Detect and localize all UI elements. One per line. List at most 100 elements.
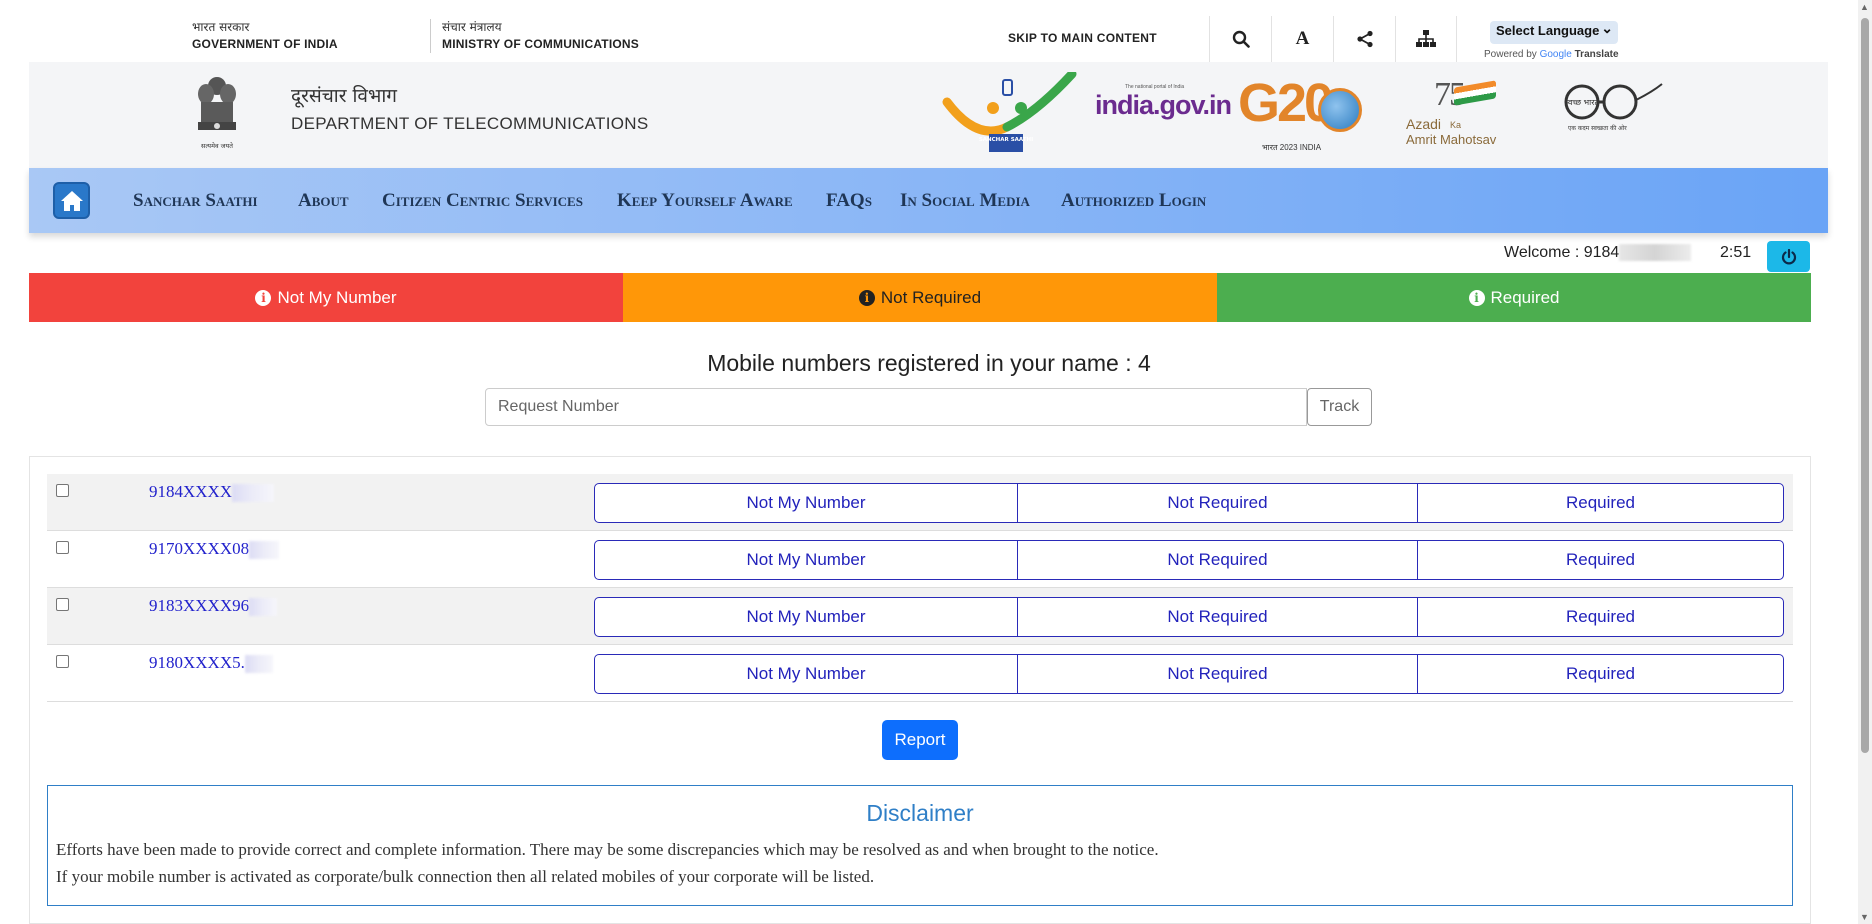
nav-citizen-centric-services[interactable]: Citizen Centric Services — [382, 190, 583, 212]
azadi-text: Azadi — [1406, 116, 1442, 132]
mobile-number: 9180XXXX5. — [149, 653, 273, 674]
report-button[interactable]: Report — [882, 720, 958, 760]
home-icon — [60, 190, 83, 211]
session-timer: 2:51 — [1720, 244, 1752, 261]
welcome-message: Welcome : 9184 — [1504, 244, 1692, 262]
g20-logo[interactable]: G20 भारत 2023 INDIA — [1238, 72, 1368, 158]
india-gov-logo[interactable]: The national portal of India india.gov.i… — [1095, 84, 1232, 134]
department-hindi-title: दूरसंचार विभाग — [291, 85, 397, 107]
language-select[interactable]: Select Language — [1490, 20, 1618, 44]
amrit-mahotsav-text: Amrit Mahotsav — [1406, 132, 1497, 147]
option-required[interactable]: Required — [1418, 655, 1783, 693]
government-of-india[interactable]: भारत सरकार GOVERNMENT OF INDIA — [192, 19, 338, 53]
disclaimer-line: If your mobile number is activated as co… — [56, 867, 875, 886]
option-required[interactable]: Required — [1418, 484, 1783, 522]
masked-digits — [232, 484, 275, 503]
powered-by-google-translate[interactable]: Powered by Google Translate — [1484, 49, 1619, 60]
option-not-my-number[interactable]: Not My Number — [595, 484, 1018, 522]
request-number-input[interactable] — [485, 388, 1307, 426]
g20-text: G20 — [1238, 73, 1334, 133]
main-navigation: Sanchar Saathi About Citizen Centric Ser… — [29, 168, 1828, 233]
nav-sanchar-saathi[interactable]: Sanchar Saathi — [133, 190, 258, 212]
font-size-button[interactable]: A — [1271, 16, 1333, 62]
swachh-bharat-logo[interactable]: स्वच्छ भारत एक कदम स्वच्छता की ओर — [1544, 82, 1664, 142]
option-not-my-number[interactable]: Not My Number — [595, 541, 1018, 579]
home-button[interactable] — [53, 182, 90, 219]
ministry-of-communications[interactable]: संचार मंत्रालय MINISTRY OF COMMUNICATION… — [430, 19, 639, 53]
number-row: 9170XXXX08 Not My Number Not Required Re… — [47, 531, 1793, 588]
share-button[interactable] — [1333, 16, 1395, 62]
mobile-number: 9184XXXX — [149, 482, 275, 503]
page-scrollbar[interactable]: ▲ ▼ — [1858, 0, 1872, 924]
india-gov-text: india.gov.in — [1095, 90, 1232, 120]
emblem-caption: सत्यमेव जयते — [201, 142, 233, 150]
info-icon: i — [1468, 289, 1485, 306]
info-icon: i — [858, 289, 875, 306]
option-not-required[interactable]: Not Required — [1018, 541, 1418, 579]
mobile-number: 9183XXXX96 — [149, 596, 278, 617]
masked-digits — [249, 541, 280, 560]
mobile-number-text: 9183XXXX96 — [149, 596, 250, 615]
legend-label: Required — [1490, 287, 1560, 307]
option-not-my-number[interactable]: Not My Number — [595, 655, 1018, 693]
disclaimer-title: Disclaimer — [866, 800, 974, 826]
option-not-required[interactable]: Not Required — [1018, 484, 1418, 522]
sitemap-button[interactable] — [1395, 16, 1457, 62]
search-icon — [1232, 30, 1250, 48]
nav-about[interactable]: About — [298, 190, 349, 212]
nav-faqs[interactable]: FAQs — [826, 190, 872, 212]
legend-not-my-number: i Not My Number — [29, 273, 623, 322]
registered-numbers-title: Mobile numbers registered in your name :… — [707, 350, 1151, 376]
number-checkbox[interactable] — [56, 655, 69, 668]
mobile-number-text: 9184XXXX — [149, 482, 233, 501]
number-checkbox[interactable] — [56, 541, 69, 554]
number-row: 9183XXXX96 Not My Number Not Required Re… — [47, 588, 1793, 645]
masked-number — [1619, 244, 1692, 262]
ministry-english-label: MINISTRY OF COMMUNICATIONS — [442, 37, 639, 51]
skip-to-main-content-link[interactable]: SKIP TO MAIN CONTENT — [1008, 31, 1157, 45]
info-icon: i — [255, 289, 272, 306]
status-option-group: Not My Number Not Required Required — [594, 540, 1784, 580]
track-button[interactable]: Track — [1307, 388, 1372, 426]
mobile-number: 9170XXXX08 — [149, 539, 280, 560]
site-header: सत्यमेव जयते दूरसंचार विभाग DEPARTMENT O… — [29, 62, 1828, 168]
sanchar-saathi-logo[interactable]: SANCHAR SAATHI — [937, 72, 1081, 162]
powered-by-label: Powered by — [1484, 49, 1537, 60]
welcome-text: Welcome : 9184 — [1504, 244, 1620, 261]
azadi-ka-amrit-mahotsav-logo[interactable]: 75 Azadi Ka Amrit Mahotsav — [1404, 76, 1524, 156]
nav-in-social-media[interactable]: In Social Media — [900, 190, 1030, 212]
gandhi-glasses-icon: स्वच्छ भारत — [1564, 83, 1663, 120]
legend-not-required: i Not Required — [623, 273, 1217, 322]
masked-digits — [244, 655, 273, 674]
nav-authorized-login[interactable]: Authorized Login — [1061, 190, 1206, 212]
number-checkbox[interactable] — [56, 598, 69, 611]
state-emblem-logo[interactable]: सत्यमेव जयते — [191, 72, 243, 152]
search-button[interactable] — [1209, 16, 1271, 62]
number-checkbox[interactable] — [56, 484, 69, 497]
gov-hindi-label: भारत सरकार — [192, 20, 250, 34]
share-icon — [1356, 30, 1373, 48]
option-not-my-number[interactable]: Not My Number — [595, 598, 1018, 636]
option-required[interactable]: Required — [1418, 541, 1783, 579]
legend-required: i Required — [1217, 273, 1811, 322]
status-legend: i Not My Number i Not Required i Require… — [29, 273, 1811, 322]
google-logo: Google — [1539, 49, 1572, 60]
mobile-number-text: 9170XXXX08 — [149, 539, 250, 558]
logout-button[interactable] — [1767, 241, 1810, 272]
disclaimer-box: Disclaimer Efforts have been made to pro… — [47, 785, 1793, 906]
option-required[interactable]: Required — [1418, 598, 1783, 636]
translate-label: Translate — [1574, 49, 1619, 60]
azadi-ka-text: Ka — [1450, 120, 1462, 130]
legend-label: Not Required — [880, 287, 982, 307]
option-not-required[interactable]: Not Required — [1018, 655, 1418, 693]
font-size-icon: A — [1295, 28, 1310, 49]
scroll-up-arrow-icon[interactable]: ▲ — [1860, 2, 1869, 12]
status-option-group: Not My Number Not Required Required — [594, 483, 1784, 523]
option-not-required[interactable]: Not Required — [1018, 598, 1418, 636]
number-row: 9184XXXX Not My Number Not Required Requ… — [47, 474, 1793, 531]
scrollbar-thumb[interactable] — [1861, 18, 1869, 753]
nav-keep-yourself-aware[interactable]: Keep Yourself Aware — [617, 190, 793, 212]
government-top-bar: भारत सरकार GOVERNMENT OF INDIA संचार मंत… — [0, 0, 1852, 62]
department-english-title: DEPARTMENT OF TELECOMMUNICATIONS — [291, 114, 649, 133]
scroll-down-arrow-icon[interactable]: ▼ — [1860, 912, 1869, 922]
